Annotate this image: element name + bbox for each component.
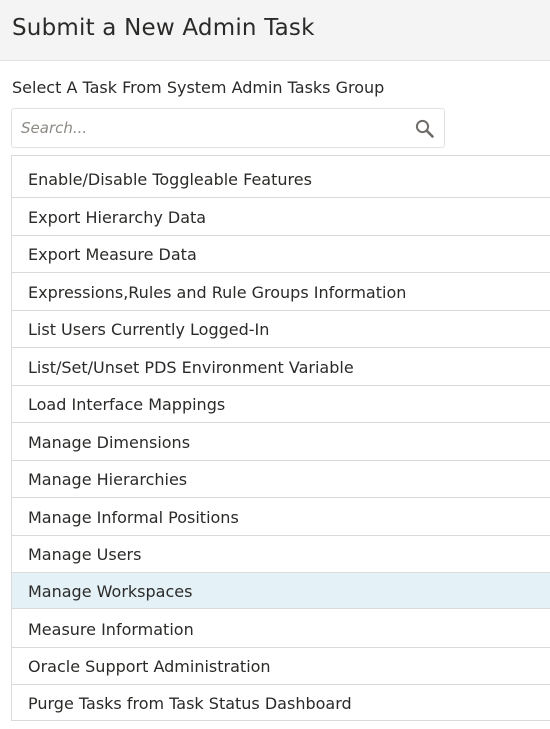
task-item[interactable]: Manage Informal Positions [12,499,550,536]
admin-task-page: Submit a New Admin Task Select A Task Fr… [0,0,550,729]
task-item-label: Manage Informal Positions [28,508,239,527]
task-item-label: Manage Dimensions [28,433,191,452]
page-title: Submit a New Admin Task [12,15,315,41]
task-item-label: Export Hierarchy Data [28,208,207,227]
task-item-label: Manage Users [28,545,142,564]
task-item-label: Expressions,Rules and Rule Groups Inform… [28,283,407,302]
task-item[interactable]: Enable/Disable Toggleable Features [12,161,550,198]
task-item-label: List Users Currently Logged-In [28,320,270,339]
search-icon[interactable] [414,118,436,140]
task-item-label: Enable/Disable Toggleable Features [28,170,312,189]
task-item-label: Manage Hierarchies [28,470,188,489]
task-item-label: Measure Information [28,620,194,639]
search-input[interactable] [12,109,402,147]
task-item[interactable]: Manage Hierarchies [12,461,550,498]
task-item[interactable]: Expressions,Rules and Rule Groups Inform… [12,274,550,311]
task-item-label: Export Measure Data [28,245,197,264]
task-item[interactable]: List/Set/Unset PDS Environment Variable [12,349,550,386]
task-item[interactable]: Measure Information [12,611,550,648]
task-item[interactable]: Load Interface Mappings [12,386,550,423]
task-item[interactable]: Manage Dimensions [12,424,550,461]
page-header: Submit a New Admin Task [0,0,550,61]
task-item-label: Load Interface Mappings [28,395,226,414]
task-item[interactable]: Export Measure Data [12,236,550,273]
search-box [11,108,445,148]
task-group-label: Select A Task From System Admin Tasks Gr… [12,78,385,97]
task-item-label: List/Set/Unset PDS Environment Variable [28,358,354,377]
task-item[interactable]: Export Hierarchy Data [12,199,550,236]
task-item[interactable]: Oracle Support Administration [12,648,550,685]
task-item[interactable]: Manage Workspaces [12,573,550,609]
task-item[interactable]: Purge Tasks from Task Status Dashboard [12,685,550,721]
task-list: Enable/Disable Toggleable Features Export… [11,155,550,721]
task-item[interactable]: List Users Currently Logged-In [12,311,550,348]
task-item[interactable]: Manage Users [12,536,550,573]
task-item-label: Purge Tasks from Task Status Dashboard [28,694,352,713]
task-item-label: Manage Workspaces [28,582,193,601]
task-item-label: Oracle Support Administration [28,657,271,676]
